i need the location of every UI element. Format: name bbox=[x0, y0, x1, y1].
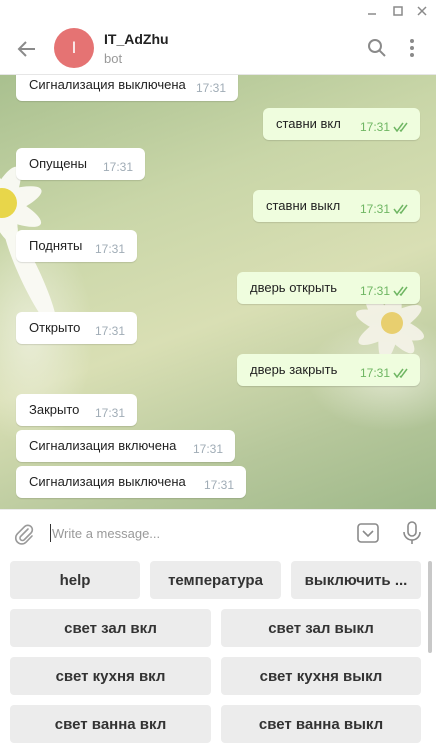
message-outgoing[interactable]: ставни вкл 17:31 bbox=[263, 108, 420, 140]
message-incoming[interactable]: Сигнализация включена 17:31 bbox=[16, 430, 235, 462]
message-time: 17:31 bbox=[359, 366, 390, 380]
daisy-background-image bbox=[0, 166, 57, 330]
message-incoming[interactable]: Опущены 17:31 bbox=[16, 148, 145, 180]
message-time: 17:31 bbox=[195, 81, 226, 95]
message-time: 17:31 bbox=[192, 442, 223, 456]
message-text: Сигнализация выключена bbox=[29, 474, 186, 489]
message-composer bbox=[0, 509, 436, 557]
message-text: Подняты bbox=[29, 238, 83, 253]
keyboard-button-light-bath-on[interactable]: свет ванна вкл bbox=[10, 705, 211, 743]
message-input[interactable] bbox=[52, 521, 342, 545]
keyboard-button-temperature[interactable]: температура bbox=[150, 561, 281, 599]
message-text: Закрыто bbox=[29, 402, 80, 417]
message-outgoing[interactable]: дверь закрыть 17:31 bbox=[237, 354, 420, 386]
message-text: дверь открыть bbox=[250, 280, 338, 295]
search-icon[interactable] bbox=[365, 36, 389, 60]
microphone-icon[interactable] bbox=[400, 520, 424, 546]
chat-header: I IT_AdZhu bot bbox=[0, 22, 436, 75]
keyboard-button-light-bath-off[interactable]: свет ванна выкл bbox=[221, 705, 421, 743]
keyboard-button-help[interactable]: help bbox=[10, 561, 140, 599]
keyboard-button-turn-off[interactable]: выключить ... bbox=[291, 561, 421, 599]
chat-status: bot bbox=[104, 51, 123, 66]
bot-keyboard: help температура выключить ... свет зал … bbox=[0, 557, 436, 751]
message-incoming[interactable]: Подняты 17:31 bbox=[16, 230, 137, 262]
message-incoming[interactable]: Сигнализация выключена 17:31 bbox=[16, 466, 246, 498]
message-time: 17:31 bbox=[359, 284, 390, 298]
maximize-icon[interactable] bbox=[389, 2, 407, 20]
minimize-icon[interactable] bbox=[363, 2, 381, 20]
message-incoming[interactable]: Сигнализация выключена 17:31 bbox=[16, 75, 238, 101]
message-list[interactable]: Сигнализация выключена 17:31 ставни вкл … bbox=[0, 75, 436, 509]
message-text: ставни выкл bbox=[266, 198, 341, 213]
keyboard-button-light-kitchen-off[interactable]: свет кухня выкл bbox=[221, 657, 421, 695]
read-checkmark-icon bbox=[393, 204, 408, 214]
avatar[interactable]: I bbox=[54, 28, 94, 68]
message-time: 17:31 bbox=[94, 406, 125, 420]
message-text: Сигнализация включена bbox=[29, 438, 177, 453]
message-time: 17:31 bbox=[359, 120, 390, 134]
message-time: 17:31 bbox=[94, 324, 125, 338]
read-checkmark-icon bbox=[393, 286, 408, 296]
keyboard-button-light-kitchen-on[interactable]: свет кухня вкл bbox=[10, 657, 211, 695]
close-icon[interactable] bbox=[413, 2, 431, 20]
message-incoming[interactable]: Открыто 17:31 bbox=[16, 312, 137, 344]
message-time: 17:31 bbox=[203, 478, 234, 492]
keyboard-button-light-hall-on[interactable]: свет зал вкл bbox=[10, 609, 211, 647]
message-text: Опущены bbox=[29, 156, 87, 171]
back-arrow-icon[interactable] bbox=[14, 36, 40, 62]
more-vert-icon[interactable] bbox=[400, 36, 424, 60]
message-time: 17:31 bbox=[359, 202, 390, 216]
message-text: дверь закрыть bbox=[250, 362, 338, 377]
chat-title[interactable]: IT_AdZhu bbox=[104, 31, 169, 47]
read-checkmark-icon bbox=[393, 122, 408, 132]
message-outgoing[interactable]: дверь открыть 17:31 bbox=[237, 272, 420, 304]
read-checkmark-icon bbox=[393, 368, 408, 378]
message-text: Открыто bbox=[29, 320, 81, 335]
attach-paperclip-icon[interactable] bbox=[12, 522, 36, 546]
text-cursor bbox=[50, 524, 51, 542]
message-time: 17:31 bbox=[102, 160, 133, 174]
bot-keyboard-toggle-icon[interactable] bbox=[356, 521, 380, 545]
message-outgoing[interactable]: ставни выкл 17:31 bbox=[253, 190, 420, 222]
message-text: Сигнализация выключена bbox=[29, 77, 186, 92]
message-text: ставни вкл bbox=[276, 116, 341, 131]
keyboard-button-light-hall-off[interactable]: свет зал выкл bbox=[221, 609, 421, 647]
message-incoming[interactable]: Закрыто 17:31 bbox=[16, 394, 137, 426]
message-time: 17:31 bbox=[94, 242, 125, 256]
keyboard-scrollbar[interactable] bbox=[428, 561, 432, 653]
window-titlebar bbox=[0, 0, 436, 22]
